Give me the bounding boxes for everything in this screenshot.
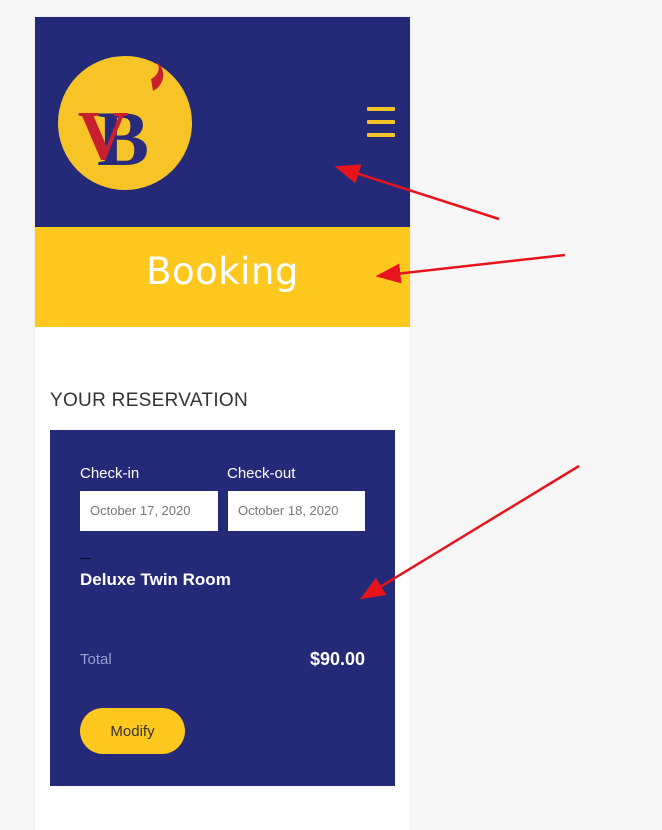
annotation-arrow-card [359, 464, 580, 600]
annotation-arrows [334, 164, 580, 600]
annotation-arrow-banner [375, 253, 566, 284]
annotation-arrow-header [334, 164, 500, 221]
